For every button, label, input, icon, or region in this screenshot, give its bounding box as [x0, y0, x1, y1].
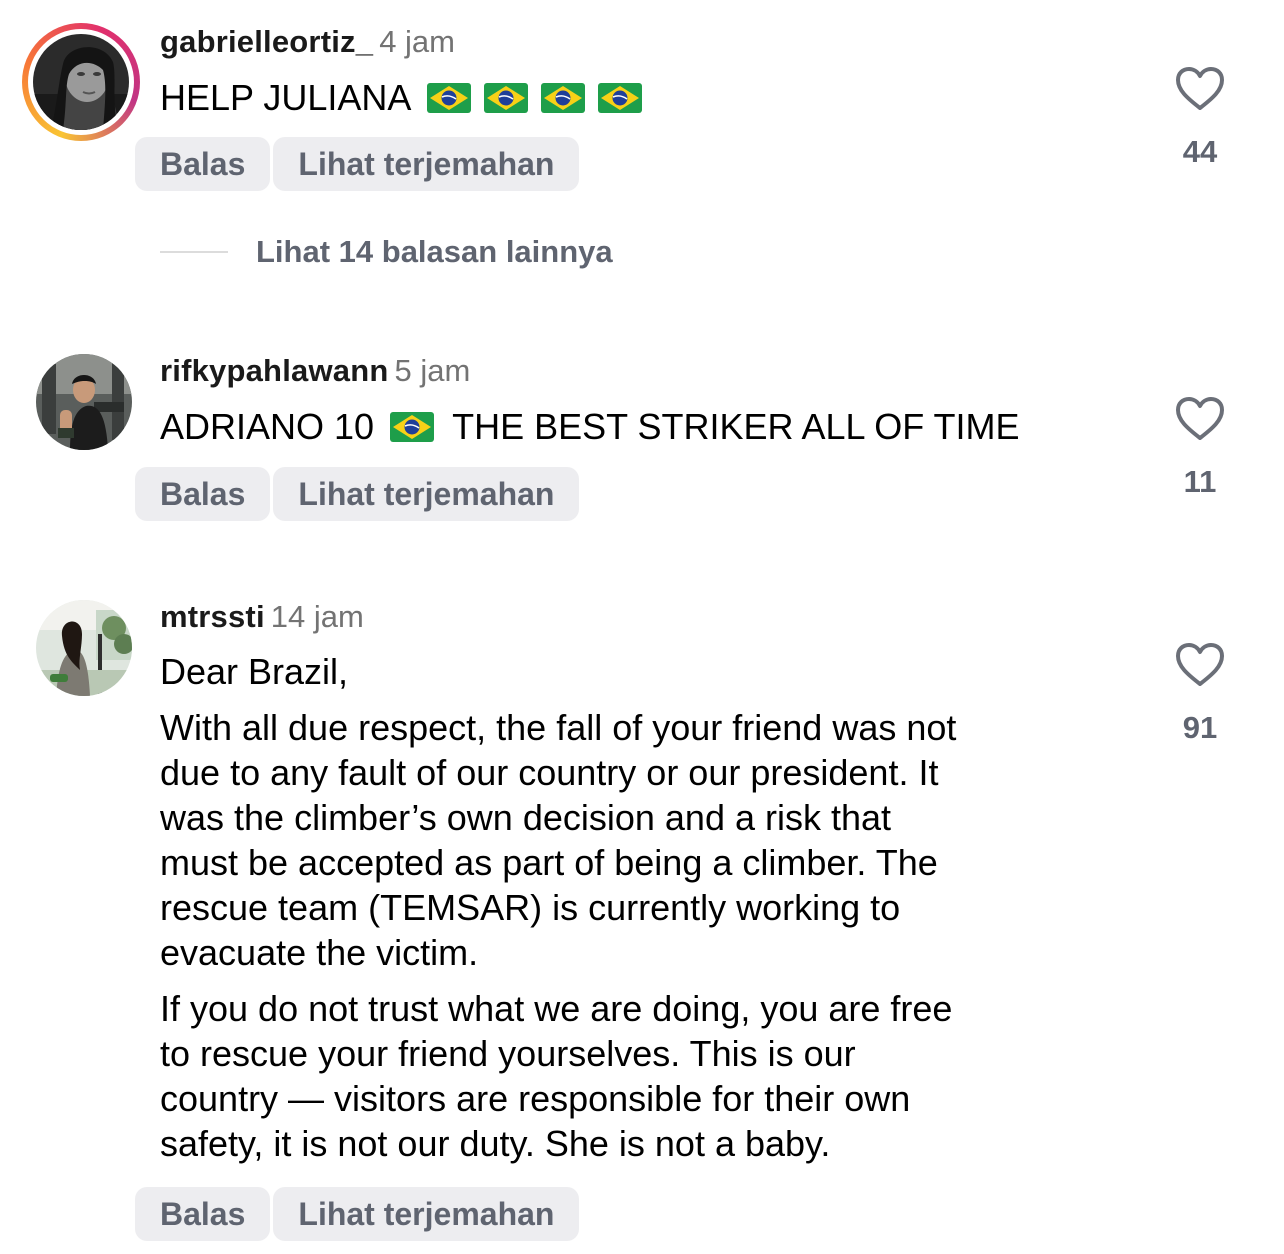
text-line: With all due respect, the fall of your f… — [160, 707, 957, 748]
view-replies[interactable]: Lihat 14 balasan lainnya — [160, 232, 613, 272]
like-count: 44 — [1182, 134, 1218, 169]
brazil-flag-icon — [484, 83, 529, 113]
comment-text-content: HELP JULIANA — [160, 77, 412, 118]
view-replies-label[interactable]: Lihat 14 balasan lainnya — [256, 234, 613, 270]
comment-text: ADRIANO 10 THE BEST STRIKER ALL OF TIME — [160, 404, 1020, 449]
timestamp: 5 jam — [394, 353, 471, 388]
comment-actions: Balas Lihat terjemahan — [135, 1187, 580, 1241]
reply-button[interactable]: Balas — [135, 1187, 271, 1241]
brazil-flag-icon — [598, 83, 643, 113]
paragraph: With all due respect, the fall of your f… — [160, 705, 956, 975]
heart-outline-icon[interactable] — [1175, 396, 1225, 442]
avatar[interactable] — [36, 600, 132, 696]
text-line: country — visitors are responsible for t… — [160, 1078, 911, 1119]
paragraph: If you do not trust what we are doing, y… — [160, 986, 956, 1166]
reply-button[interactable]: Balas — [135, 137, 271, 191]
like-column: 91 — [1150, 642, 1250, 746]
text-line: due to any fault of our country or our p… — [160, 752, 939, 793]
text-line: safety, it is not our duty. She is not a… — [160, 1123, 831, 1164]
text-line: was the climber’s own decision and a ris… — [160, 797, 892, 838]
heart-outline-icon[interactable] — [1175, 642, 1225, 688]
text-line: Dear Brazil, — [160, 651, 349, 692]
text-line: rescue team (TEMSAR) is currently workin… — [160, 887, 901, 928]
translate-button[interactable]: Lihat terjemahan — [273, 1187, 580, 1241]
timestamp: 4 jam — [379, 24, 455, 59]
username[interactable]: rifkypahlawann — [160, 353, 388, 388]
paragraph: Dear Brazil, — [160, 649, 956, 694]
like-count: 91 — [1182, 710, 1218, 745]
comment-header: rifkypahlawann 5 jam — [160, 353, 470, 389]
like-column: 44 — [1150, 66, 1250, 170]
replies-divider — [160, 251, 228, 253]
timestamp: 14 jam — [270, 599, 364, 634]
comment-header: mtrssti 14 jam — [160, 599, 364, 635]
reply-button[interactable]: Balas — [135, 467, 271, 521]
username[interactable]: gabrielleortiz_ — [160, 24, 373, 59]
comment-actions: Balas Lihat terjemahan — [135, 467, 580, 521]
like-count: 11 — [1183, 464, 1217, 499]
text-line: must be accepted as part of being a clim… — [160, 842, 938, 883]
brazil-flag-icon — [390, 412, 435, 442]
comment-header: gabrielleortiz_ 4 jam — [160, 24, 455, 60]
text-line: evacuate the victim. — [160, 932, 479, 973]
brazil-flag-icon — [541, 83, 586, 113]
translate-button[interactable]: Lihat terjemahan — [273, 467, 580, 521]
avatar[interactable] — [33, 34, 129, 130]
like-column: 11 — [1150, 396, 1250, 500]
username[interactable]: mtrssti — [160, 599, 265, 634]
comment-text: Dear Brazil, With all due respect, the f… — [160, 649, 956, 1166]
comment-text-content: ADRIANO 10 — [160, 406, 375, 447]
brazil-flag-icon — [427, 83, 472, 113]
translate-button[interactable]: Lihat terjemahan — [273, 137, 580, 191]
text-line: to rescue your friend yourselves. This i… — [160, 1033, 856, 1074]
avatar[interactable] — [36, 354, 132, 450]
comment-text-content-2: THE BEST STRIKER ALL OF TIME — [452, 406, 1020, 447]
story-ring[interactable] — [22, 23, 140, 141]
comment-actions: Balas Lihat terjemahan — [135, 137, 580, 191]
comment-text: HELP JULIANA — [160, 75, 655, 120]
heart-outline-icon[interactable] — [1175, 66, 1225, 112]
text-line: If you do not trust what we are doing, y… — [160, 988, 953, 1029]
